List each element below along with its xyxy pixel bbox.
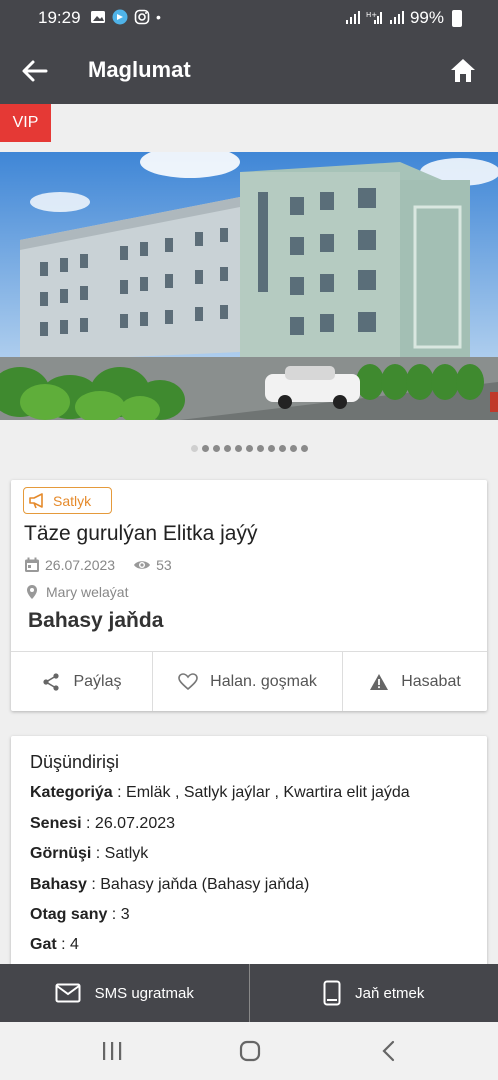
home-icon[interactable] — [448, 56, 478, 86]
gallery-indicator — [0, 445, 498, 455]
description-row: Görnüşi : Satlyk — [30, 845, 148, 863]
gallery-dot[interactable] — [201, 445, 209, 452]
call-label: Jaň etmek — [355, 984, 425, 1002]
row-value: : Bahasy jaňda (Bahasy jaňda) — [86, 876, 310, 893]
location-text: Mary welaýat — [46, 584, 129, 600]
gallery-dot[interactable] — [212, 445, 220, 452]
gallery-dot[interactable] — [245, 445, 253, 452]
instagram-icon — [134, 9, 150, 25]
building-image — [0, 152, 498, 420]
report-label: Hasabat — [401, 672, 461, 690]
heart-icon — [178, 672, 198, 690]
favorite-button[interactable]: Halan. goşmak — [153, 652, 343, 711]
home-button-icon[interactable] — [238, 1040, 262, 1062]
call-button[interactable]: Jaň etmek — [250, 964, 498, 1022]
share-icon — [43, 672, 60, 691]
row-value: : Emläk , Satlyk jaýlar , Kwartira elit … — [112, 784, 410, 801]
share-button[interactable]: Paýlaş — [11, 652, 153, 711]
status-time: 19:29 — [38, 8, 81, 27]
gallery-dot[interactable] — [190, 445, 198, 452]
row-value: : 26.07.2023 — [81, 815, 176, 832]
description-row: Gat : 4 — [30, 936, 79, 954]
views-count: 53 — [156, 557, 172, 573]
row-key: Görnüşi — [30, 845, 92, 862]
row-key: Bahasy — [30, 876, 87, 893]
more-notifications-dot-icon: • — [156, 9, 161, 25]
signal-icon — [345, 11, 360, 24]
notification-icons: • — [90, 9, 161, 25]
gallery-dot[interactable] — [234, 445, 242, 452]
gallery-dot[interactable] — [223, 445, 231, 452]
vip-badge: VIP — [0, 104, 51, 142]
row-key: Kategoriýa — [30, 784, 113, 801]
description-row: Otag sany : 3 — [30, 906, 130, 924]
listing-title: Täze gurulýan Elitka jaýý — [24, 522, 258, 545]
description-row: Senesi : 26.07.2023 — [30, 815, 175, 833]
contact-bar: SMS ugratmak Jaň etmek — [0, 964, 498, 1022]
app-notification-icon — [112, 9, 128, 25]
battery-icon — [452, 9, 462, 27]
description-row: Kategoriýa : Emläk , Satlyk jaýlar , Kwa… — [30, 784, 410, 802]
signal-2-icon — [389, 11, 404, 24]
page-title: Maglumat — [88, 57, 191, 82]
megaphone-icon — [29, 492, 43, 508]
app-bar: Maglumat — [0, 36, 498, 104]
status-bar: 19:29 • H+ 99% — [0, 0, 498, 36]
location-pin-icon — [27, 585, 37, 599]
listing-meta: 26.07.2023 53 — [24, 557, 172, 573]
gallery-dot[interactable] — [267, 445, 275, 452]
listing-location: Mary welaýat — [24, 584, 128, 600]
gallery-dot[interactable] — [300, 445, 308, 452]
row-key: Gat — [30, 936, 57, 953]
views: 53 — [133, 557, 172, 573]
recent-apps-icon[interactable] — [100, 1040, 124, 1062]
share-label: Paýlaş — [73, 672, 122, 690]
system-nav-bar — [0, 1022, 498, 1080]
gallery-dot[interactable] — [289, 445, 297, 452]
row-value: : Satlyk — [91, 845, 149, 862]
system-status: H+ 99% — [344, 8, 462, 28]
gallery-dot[interactable] — [256, 445, 264, 452]
row-value: : 4 — [56, 936, 79, 953]
listing-date: 26.07.2023 — [45, 557, 116, 573]
sms-label: SMS ugratmak — [94, 984, 194, 1002]
description-row: Bahasy : Bahasy jaňda (Bahasy jaňda) — [30, 876, 309, 894]
svg-text:H+: H+ — [366, 11, 377, 19]
listing-card: Satlyk Täze gurulýan Elitka jaýý 26.07.2… — [11, 480, 487, 711]
warning-icon — [370, 673, 389, 690]
listing-photo[interactable] — [0, 152, 498, 420]
data-signal-icon: H+ — [366, 11, 382, 24]
battery-percent: 99% — [409, 8, 444, 27]
action-bar: Paýlaş Halan. goşmak Hasabat — [11, 651, 487, 711]
phone-icon — [323, 980, 341, 1006]
sms-button[interactable]: SMS ugratmak — [0, 964, 250, 1022]
calendar-icon — [25, 557, 39, 572]
row-value: : 3 — [107, 906, 130, 923]
row-key: Senesi — [30, 815, 82, 832]
eye-icon — [134, 561, 151, 569]
description-title: Düşündirişi — [30, 752, 120, 772]
gallery-dot[interactable] — [278, 445, 286, 452]
listing-price: Bahasy jaňda — [28, 609, 164, 632]
type-badge: Satlyk — [23, 487, 112, 514]
favorite-label: Halan. goşmak — [210, 672, 317, 690]
report-button[interactable]: Hasabat — [343, 652, 487, 711]
email-icon — [55, 983, 81, 1003]
back-arrow-icon[interactable] — [18, 56, 50, 86]
gallery-icon — [91, 11, 105, 23]
row-key: Otag sany — [30, 906, 108, 923]
description-card: Düşündirişi Kategoriýa : Emläk , Satlyk … — [11, 736, 487, 966]
back-button-icon[interactable] — [378, 1040, 402, 1062]
type-badge-label: Satlyk — [53, 492, 92, 509]
